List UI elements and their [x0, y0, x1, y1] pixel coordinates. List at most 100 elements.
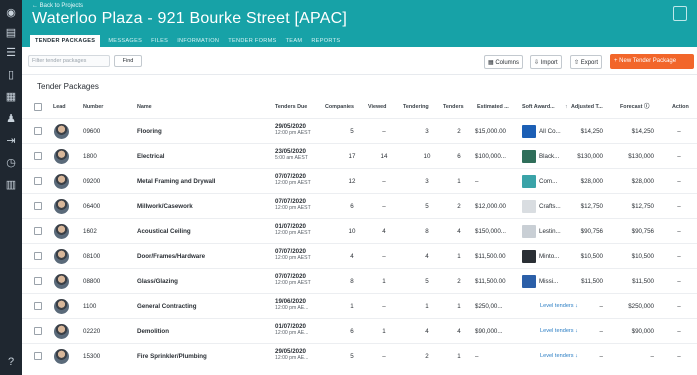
clock-icon[interactable]: ◷ — [4, 156, 18, 170]
cell-tendering: 3 — [425, 178, 429, 185]
due-time: 12:00 pm AEST — [275, 255, 311, 261]
cell-forecast: $250,000 — [628, 303, 654, 310]
columns-button[interactable]: ▦ Columns — [484, 55, 524, 69]
cell-tendering: 2 — [425, 353, 429, 360]
page-title: Waterloo Plaza - 921 Bourke Street [APAC… — [32, 10, 348, 27]
cell-estimated: $11,500.00 — [475, 253, 506, 260]
table-row[interactable]: 15300 Fire Sprinkler/Plumbing 5–2 1– Level t… — [22, 343, 697, 368]
table-row[interactable]: 1602 Acoustical Ceiling 10 4 8 4 $150,000... Le… — [22, 218, 697, 243]
avatar — [54, 149, 69, 164]
cell-estimated: $11,500.00 — [475, 278, 506, 285]
cell-name: Electrical — [137, 153, 165, 160]
cell-action: – — [677, 228, 681, 235]
column-header-viewed[interactable]: Viewed — [368, 96, 386, 118]
column-header-tendering[interactable]: Tendering — [403, 96, 429, 118]
row-checkbox[interactable] — [34, 127, 42, 135]
cell-companies: 5 — [350, 128, 354, 135]
cell-forecast: – — [650, 353, 654, 360]
clipboard-icon[interactable]: ▯ — [4, 68, 18, 82]
row-checkbox[interactable] — [34, 277, 42, 285]
row-checkbox[interactable] — [34, 327, 42, 335]
row-checkbox[interactable] — [34, 302, 42, 310]
table-row[interactable]: 08800 Glass/Glazing 8 1 5 2 $11,500.00 Missi...… — [22, 268, 697, 293]
columns-label: Columns — [495, 60, 520, 66]
tab-files[interactable]: FILES — [151, 35, 177, 47]
cell-forecast: $130,000 — [628, 153, 654, 160]
row-checkbox[interactable] — [34, 202, 42, 210]
cell-tendering: 3 — [425, 128, 429, 135]
column-header-forecast[interactable]: Forecast ⓘ — [620, 96, 649, 118]
select-all-checkbox[interactable] — [34, 103, 42, 111]
cell-tenders: 4 — [457, 328, 461, 335]
table-row[interactable]: 02220 Demolition 6 1 4 4 $90,000... Level tende… — [22, 318, 697, 343]
avatar — [54, 199, 69, 214]
column-header-lead[interactable]: Lead — [53, 96, 66, 118]
import-label: Import — [540, 60, 558, 66]
avatar — [54, 249, 69, 264]
filter-input[interactable]: Filter tender packages — [28, 55, 110, 67]
table-row[interactable]: 08100 Door/Frames/Hardware 4–4 1 $11,500.00 M… — [22, 243, 697, 268]
left-sidebar: ◉ ▤ ☰ ▯ ▦ ♟ ⇥ ◷ ▥ ? — [0, 0, 22, 375]
new-tender-package-button[interactable]: + New Tender Package — [610, 54, 694, 69]
help-icon[interactable]: ? — [4, 355, 18, 369]
export-button[interactable]: ⇧ Export — [570, 55, 603, 69]
table-row[interactable]: 09600 Flooring 5–3 2 $15,000.00 All Co... $14,… — [22, 118, 697, 143]
export-label: Export — [580, 60, 599, 66]
user-circle-icon[interactable]: ◉ — [4, 6, 18, 20]
tab-tender-packages[interactable]: TENDER PACKAGES — [30, 35, 101, 47]
cell-estimated: $250,00... — [475, 303, 503, 310]
tab-reports[interactable]: REPORTS — [311, 35, 349, 47]
table-row[interactable]: 1800 Electrical 17 14 10 6 $100,000... Black...… — [22, 143, 697, 168]
cell-number: 09200 — [83, 178, 101, 185]
building-icon[interactable]: ▤ — [4, 26, 18, 40]
find-button[interactable]: Find — [114, 55, 142, 67]
cell-action: – — [677, 153, 681, 160]
column-header-companies[interactable]: Companies — [325, 96, 354, 118]
list-icon[interactable]: ☰ — [4, 46, 18, 60]
tab-messages[interactable]: MESSAGES — [108, 35, 151, 47]
column-header-adjusted[interactable]: Adjusted T... — [571, 96, 603, 118]
cell-number: 1100 — [83, 303, 97, 310]
tab-information[interactable]: INFORMATION — [177, 35, 228, 47]
column-header-name[interactable]: Name — [137, 96, 152, 118]
cell-action: – — [677, 203, 681, 210]
calendar-icon[interactable]: ▦ — [4, 90, 18, 104]
bar-chart-icon[interactable]: ▥ — [4, 178, 18, 192]
table-row[interactable]: 09200 Metal Framing and Drywall 12–3 1– Com.… — [22, 168, 697, 193]
column-header-action[interactable]: Action — [672, 96, 689, 118]
avatar — [54, 174, 69, 189]
row-checkbox[interactable] — [34, 152, 42, 160]
row-checkbox[interactable] — [34, 177, 42, 185]
row-checkbox[interactable] — [34, 352, 42, 360]
cell-tendering: 5 — [425, 203, 429, 210]
tab-tender-forms[interactable]: TENDER FORMS — [228, 35, 285, 47]
cell-tenders: 2 — [457, 278, 461, 285]
cell-adjusted: $11,500 — [581, 278, 603, 285]
tab-team[interactable]: TEAM — [286, 35, 312, 47]
cell-viewed: 14 — [380, 153, 388, 160]
sign-in-icon[interactable]: ⇥ — [4, 134, 18, 148]
table-row[interactable]: 06400 Millwork/Casework 6–5 2 $12,000.00 Craf… — [22, 193, 697, 218]
sort-arrow-icon[interactable]: ↑ — [565, 96, 568, 118]
document-icon[interactable] — [673, 6, 687, 21]
column-header-tenders[interactable]: Tenders — [443, 96, 464, 118]
table-row[interactable]: 1100 General Contracting 1–1 1 $250,00... Lev… — [22, 293, 697, 318]
column-header-soft-award[interactable]: Soft Award... — [522, 96, 555, 118]
back-to-projects-link[interactable]: ← Back to Projects — [32, 3, 83, 9]
row-checkbox[interactable] — [34, 227, 42, 235]
cell-adjusted: $14,250 — [580, 128, 603, 135]
avatar — [54, 274, 69, 289]
people-icon[interactable]: ♟ — [4, 112, 18, 126]
import-button[interactable]: ⇩ Import — [530, 55, 562, 69]
due-date: 01/07/2020 — [275, 223, 306, 230]
cell-action: – — [677, 303, 681, 310]
cell-estimated: $150,000... — [475, 228, 506, 235]
cell-forecast: $90,756 — [631, 228, 654, 235]
column-header-estimated[interactable]: Estimated ... — [477, 96, 509, 118]
due-date: 19/06/2020 — [275, 298, 306, 305]
cell-name: General Contracting — [137, 303, 197, 310]
row-checkbox[interactable] — [34, 252, 42, 260]
avatar — [54, 299, 69, 314]
column-header-number[interactable]: Number — [83, 96, 103, 118]
column-header-tenders-due[interactable]: Tenders Due — [275, 96, 307, 118]
